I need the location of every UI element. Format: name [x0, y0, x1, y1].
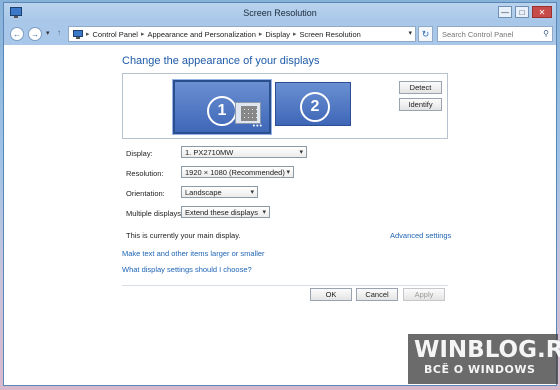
control-panel-icon: [73, 29, 83, 39]
resolution-select[interactable]: 1920 × 1080 (Recommended) ▾: [181, 166, 294, 178]
refresh-icon: ↻: [421, 28, 430, 39]
chevron-down-icon: ▾: [262, 209, 266, 216]
page-heading: Change the appearance of your displays: [122, 55, 320, 67]
monitor-number: 2: [300, 92, 330, 122]
window-title: Screen Resolution: [243, 8, 317, 18]
watermark: WINBLOG.RU ВСЁ О WINDOWS: [408, 334, 560, 384]
breadcrumb-separator-icon: ▸: [140, 31, 145, 38]
advanced-settings-link[interactable]: Advanced settings: [390, 231, 451, 240]
breadcrumb-separator-icon: ▸: [258, 31, 263, 38]
search-input[interactable]: [442, 29, 538, 39]
forward-button[interactable]: →: [28, 27, 42, 41]
detect-button[interactable]: Detect: [399, 81, 442, 94]
divider: [122, 285, 448, 286]
taskbar-apps-icon: [235, 102, 261, 124]
chevron-down-icon: ▾: [250, 189, 254, 196]
multiple-displays-select-value: Extend these displays: [185, 207, 258, 217]
resolution-label: Resolution:: [126, 169, 164, 178]
apply-button: Apply: [403, 288, 445, 301]
chevron-down-icon: ▾: [286, 169, 290, 176]
multiple-displays-select[interactable]: Extend these displays ▾: [181, 206, 270, 218]
orientation-label: Orientation:: [126, 189, 165, 198]
breadcrumb-item-display[interactable]: Display: [265, 30, 290, 39]
display-select[interactable]: 1. PX2710MW ▾: [181, 146, 307, 158]
window-controls: — □ ✕: [498, 6, 552, 18]
monitor-2[interactable]: 2: [275, 82, 351, 126]
address-bar: ← → ▾ ↑ ▸ Control Panel ▸ Appearance and…: [4, 23, 556, 45]
resolution-select-value: 1920 × 1080 (Recommended): [185, 167, 285, 177]
main-display-status: This is currently your main display.: [126, 231, 241, 240]
maximize-button[interactable]: □: [515, 6, 529, 18]
screen-resolution-window: Screen Resolution — □ ✕ ← → ▾ ↑ ▸ Contro…: [3, 2, 557, 386]
search-icon[interactable]: ⚲: [543, 29, 549, 38]
search-box[interactable]: ⚲: [437, 26, 553, 42]
watermark-subtitle: ВСЁ О WINDOWS: [424, 363, 536, 376]
breadcrumb-item-control-panel[interactable]: Control Panel: [93, 30, 138, 39]
monitor-arrangement-panel: 1 ••• 2 Detect Identify: [122, 73, 448, 139]
orientation-select[interactable]: Landscape ▾: [181, 186, 258, 198]
title-bar[interactable]: Screen Resolution — □ ✕: [4, 3, 556, 23]
minimize-button[interactable]: —: [498, 6, 512, 18]
up-arrow-icon[interactable]: ↑: [57, 28, 61, 37]
cancel-button[interactable]: Cancel: [356, 288, 398, 301]
refresh-button[interactable]: ↻: [418, 26, 433, 42]
monitor-number: 1: [207, 96, 237, 126]
ok-button[interactable]: OK: [310, 288, 352, 301]
forward-arrow-icon: →: [31, 29, 39, 39]
breadcrumb-separator-icon: ▸: [293, 31, 297, 38]
close-button[interactable]: ✕: [532, 6, 552, 18]
chevron-down-icon: ▾: [299, 149, 303, 156]
display-label: Display:: [126, 149, 153, 158]
display-settings-help-link[interactable]: What display settings should I choose?: [122, 265, 252, 274]
back-arrow-icon: ←: [13, 29, 21, 39]
monitor-dots-icon: •••: [252, 123, 263, 130]
breadcrumb-separator-icon: ▸: [86, 31, 90, 38]
breadcrumb-item-appearance[interactable]: Appearance and Personalization: [147, 30, 255, 39]
identify-button[interactable]: Identify: [399, 98, 442, 111]
watermark-title: WINBLOG.RU: [414, 337, 560, 363]
back-button[interactable]: ←: [10, 27, 24, 41]
recent-pages-chevron-icon[interactable]: ▾: [46, 29, 50, 37]
breadcrumb-item-screen-resolution[interactable]: Screen Resolution: [300, 30, 361, 39]
text-size-link[interactable]: Make text and other items larger or smal…: [122, 249, 265, 258]
display-select-value: 1. PX2710MW: [185, 147, 234, 157]
monitor-1[interactable]: 1 •••: [173, 80, 271, 134]
multiple-displays-label: Multiple displays:: [126, 209, 184, 218]
address-history-chevron-icon[interactable]: ▾: [408, 29, 412, 37]
orientation-select-value: Landscape: [185, 187, 222, 197]
breadcrumb[interactable]: ▸ Control Panel ▸ Appearance and Persona…: [68, 26, 416, 42]
